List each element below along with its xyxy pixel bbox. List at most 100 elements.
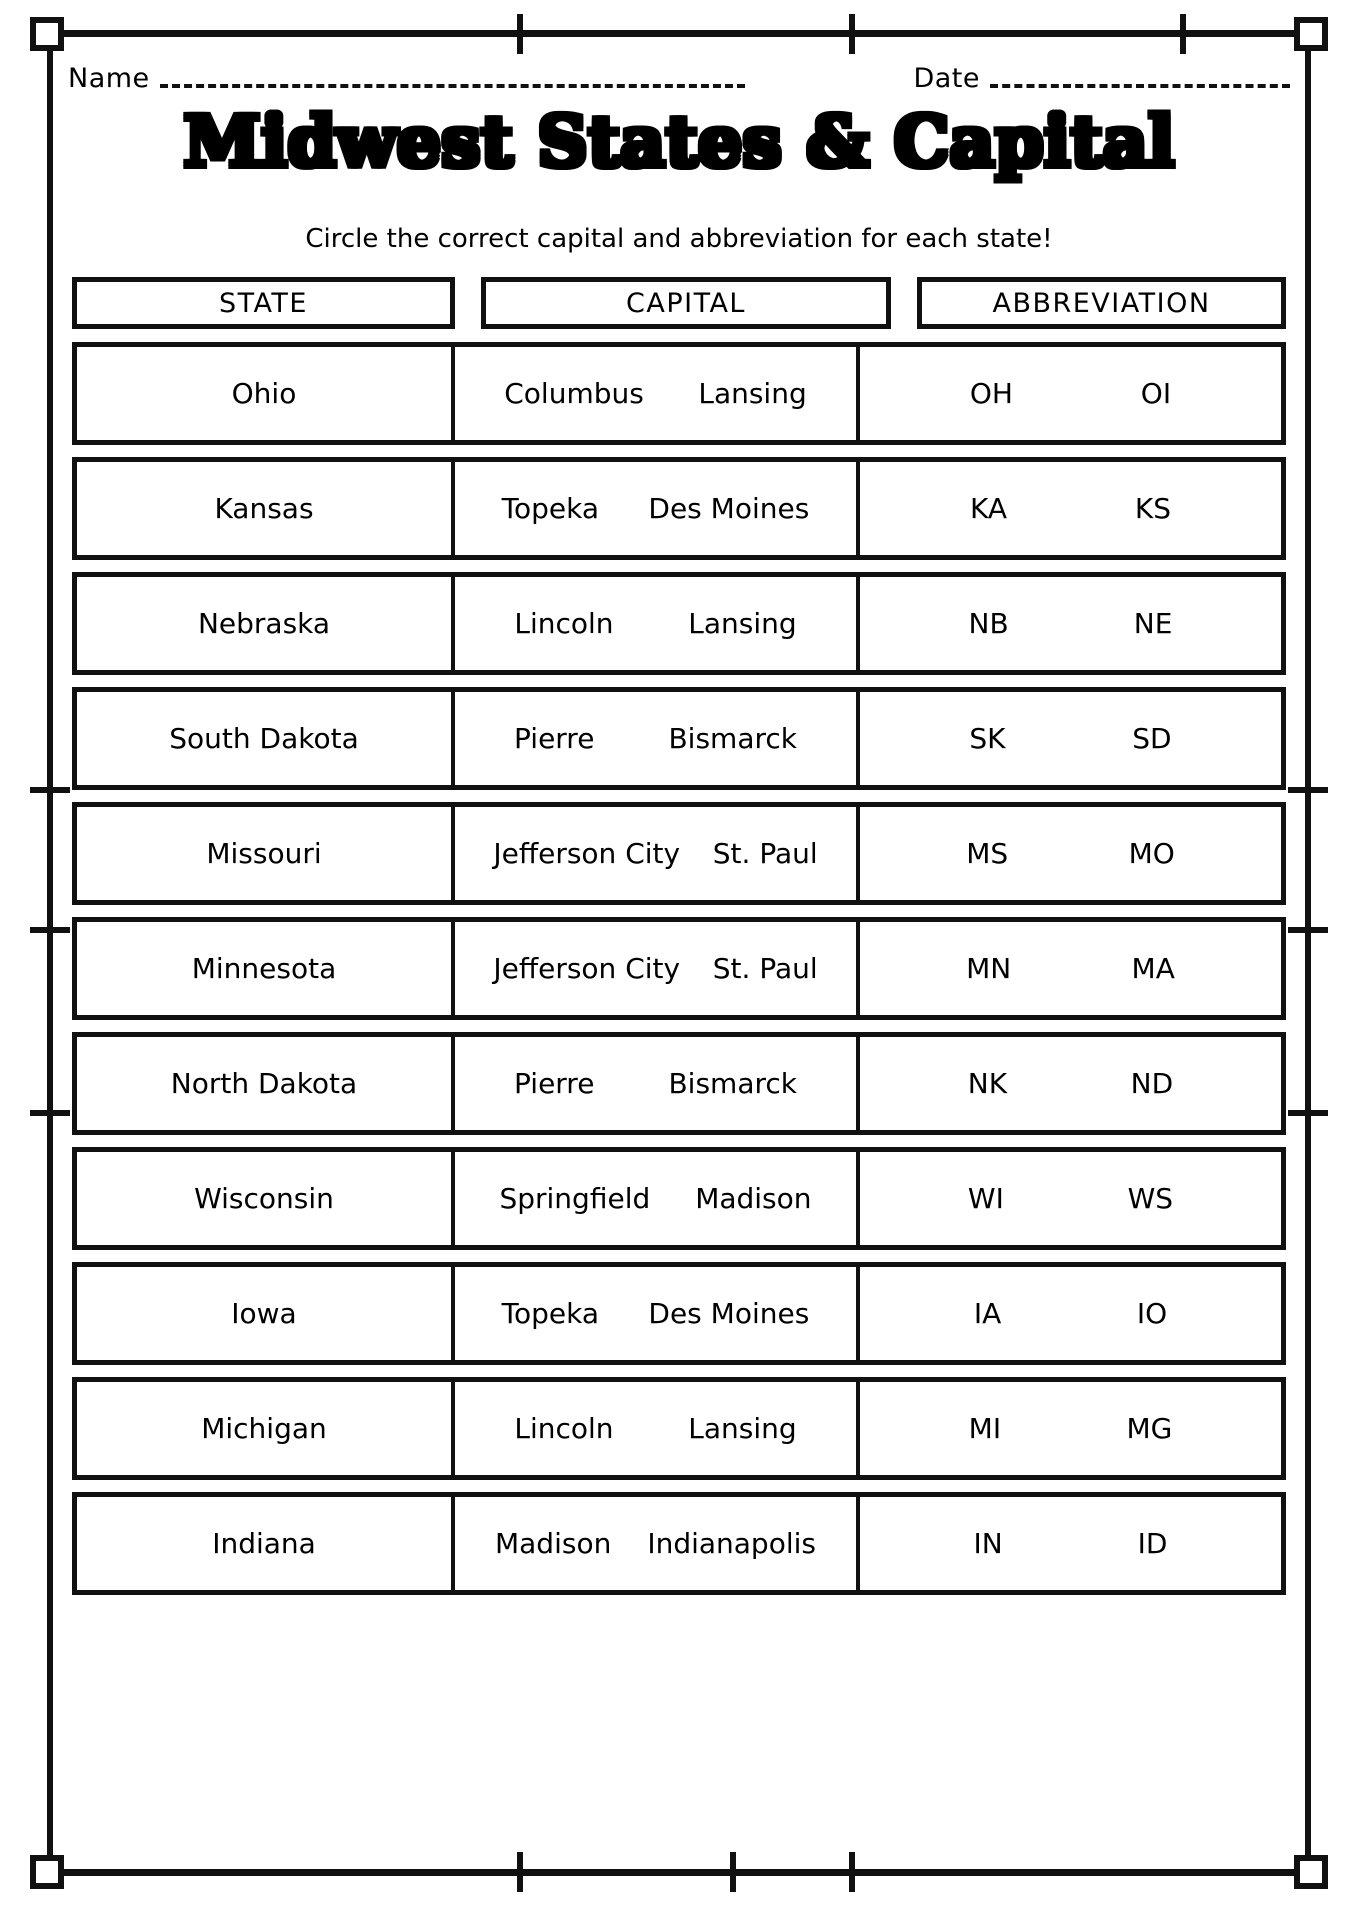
abbreviation-option[interactable]: KA: [970, 492, 1007, 525]
abbreviation-choice-cell: MI MG: [860, 1382, 1281, 1475]
state-cell: Wisconsin: [77, 1152, 455, 1245]
capital-choice-cell: Jefferson City St. Paul: [455, 807, 860, 900]
name-label: Name: [68, 63, 150, 94]
table-row: Ohio Columbus Lansing OH OI: [72, 342, 1286, 445]
capital-option[interactable]: Lansing: [698, 377, 806, 410]
capital-option[interactable]: St. Paul: [713, 952, 818, 985]
capital-choice-cell: Lincoln Lansing: [455, 577, 860, 670]
table-row: South Dakota Pierre Bismarck SK SD: [72, 687, 1286, 790]
capital-choice-cell: Pierre Bismarck: [455, 1037, 860, 1130]
frame-tick-top-1: [517, 14, 523, 54]
table-row: Indiana Madison Indianapolis IN ID: [72, 1492, 1286, 1595]
abbreviation-option[interactable]: MG: [1126, 1412, 1172, 1445]
abbreviation-option[interactable]: IN: [973, 1527, 1002, 1560]
column-header-capital: CAPITAL: [481, 277, 891, 329]
capital-option[interactable]: Des Moines: [648, 492, 809, 525]
frame-bottom-rule: [58, 1869, 1300, 1876]
frame-tick-right-3: [1288, 1110, 1328, 1116]
capital-option[interactable]: Pierre: [514, 722, 594, 755]
date-input-blank[interactable]: [990, 83, 1290, 88]
table-row: Minnesota Jefferson City St. Paul MN MA: [72, 917, 1286, 1020]
abbreviation-option[interactable]: MA: [1132, 952, 1175, 985]
capital-option[interactable]: Lansing: [688, 607, 796, 640]
capital-option[interactable]: Lansing: [688, 1412, 796, 1445]
capital-option[interactable]: Indianapolis: [647, 1527, 816, 1560]
frame-left-rule: [47, 37, 53, 1869]
table-row: Wisconsin Springfield Madison WI WS: [72, 1147, 1286, 1250]
abbreviation-option[interactable]: KS: [1135, 492, 1171, 525]
abbreviation-option[interactable]: MI: [969, 1412, 1001, 1445]
capital-option[interactable]: Madison: [495, 1527, 611, 1560]
abbreviation-option[interactable]: IA: [974, 1297, 1001, 1330]
abbreviation-option[interactable]: WI: [968, 1182, 1004, 1215]
state-cell: Indiana: [77, 1497, 455, 1590]
frame-right-rule: [1305, 37, 1311, 1869]
abbreviation-choice-cell: IN ID: [860, 1497, 1281, 1590]
frame-tick-left-2: [30, 927, 70, 933]
capital-choice-cell: Madison Indianapolis: [455, 1497, 860, 1590]
capital-option[interactable]: Pierre: [514, 1067, 594, 1100]
capital-option[interactable]: Topeka: [502, 1297, 599, 1330]
corner-marker-top-left: [30, 17, 64, 51]
frame-top-rule: [58, 30, 1300, 37]
page-subtitle: Circle the correct capital and abbreviat…: [305, 224, 1053, 254]
capital-option[interactable]: Jefferson City: [493, 952, 680, 985]
table-header-row: STATE CAPITAL ABBREVIATION: [72, 277, 1286, 329]
abbreviation-option[interactable]: WS: [1128, 1182, 1173, 1215]
capital-choice-cell: Topeka Des Moines: [455, 1267, 860, 1360]
capital-option[interactable]: Lincoln: [514, 1412, 613, 1445]
page-title: Midwest States & Capital: [183, 100, 1175, 183]
frame-tick-bottom-1: [517, 1852, 523, 1892]
abbreviation-option[interactable]: ND: [1131, 1067, 1174, 1100]
abbreviation-option[interactable]: NE: [1134, 607, 1173, 640]
capital-option[interactable]: Bismarck: [668, 722, 797, 755]
frame-tick-left-3: [30, 1110, 70, 1116]
abbreviation-choice-cell: SK SD: [860, 692, 1281, 785]
abbreviation-option[interactable]: OH: [970, 377, 1013, 410]
abbreviation-option[interactable]: MO: [1129, 837, 1175, 870]
capital-option[interactable]: Bismarck: [668, 1067, 797, 1100]
corner-marker-bottom-left: [30, 1855, 64, 1889]
capital-choice-cell: Topeka Des Moines: [455, 462, 860, 555]
abbreviation-choice-cell: MS MO: [860, 807, 1281, 900]
capital-option[interactable]: Springfield: [499, 1182, 650, 1215]
frame-tick-top-3: [1180, 14, 1186, 54]
table-row: Missouri Jefferson City St. Paul MS MO: [72, 802, 1286, 905]
frame-tick-right-2: [1288, 927, 1328, 933]
capital-choice-cell: Pierre Bismarck: [455, 692, 860, 785]
capital-option[interactable]: Columbus: [504, 377, 644, 410]
corner-marker-bottom-right: [1294, 1855, 1328, 1889]
abbreviation-choice-cell: NK ND: [860, 1037, 1281, 1130]
capital-option[interactable]: Des Moines: [648, 1297, 809, 1330]
capital-option[interactable]: Lincoln: [514, 607, 613, 640]
table-row: Michigan Lincoln Lansing MI MG: [72, 1377, 1286, 1480]
capital-option[interactable]: Topeka: [502, 492, 599, 525]
abbreviation-option[interactable]: ID: [1138, 1527, 1168, 1560]
abbreviation-option[interactable]: NB: [969, 607, 1009, 640]
state-cell: Ohio: [77, 347, 455, 440]
table-row: Nebraska Lincoln Lansing NB NE: [72, 572, 1286, 675]
worksheet-table: STATE CAPITAL ABBREVIATION Ohio Columbus L…: [72, 277, 1286, 1607]
abbreviation-option[interactable]: NK: [968, 1067, 1007, 1100]
worksheet-page: Name Date Midwest States & Capital Circl…: [0, 0, 1358, 1920]
state-cell: Missouri: [77, 807, 455, 900]
name-input-blank[interactable]: [159, 83, 745, 88]
column-header-state: STATE: [72, 277, 455, 329]
state-cell: Iowa: [77, 1267, 455, 1360]
date-label: Date: [913, 63, 980, 94]
state-cell: South Dakota: [77, 692, 455, 785]
abbreviation-option[interactable]: SD: [1132, 722, 1171, 755]
capital-option[interactable]: Jefferson City: [493, 837, 680, 870]
capital-choice-cell: Springfield Madison: [455, 1152, 860, 1245]
abbreviation-option[interactable]: MS: [966, 837, 1008, 870]
abbreviation-option[interactable]: SK: [969, 722, 1005, 755]
abbreviation-option[interactable]: MN: [966, 952, 1011, 985]
frame-tick-left-1: [30, 787, 70, 793]
state-cell: Kansas: [77, 462, 455, 555]
capital-option[interactable]: St. Paul: [713, 837, 818, 870]
abbreviation-option[interactable]: OI: [1141, 377, 1171, 410]
capital-option[interactable]: Madison: [695, 1182, 811, 1215]
name-date-row: Name Date: [68, 52, 1290, 96]
abbreviation-option[interactable]: IO: [1137, 1297, 1167, 1330]
abbreviation-choice-cell: NB NE: [860, 577, 1281, 670]
